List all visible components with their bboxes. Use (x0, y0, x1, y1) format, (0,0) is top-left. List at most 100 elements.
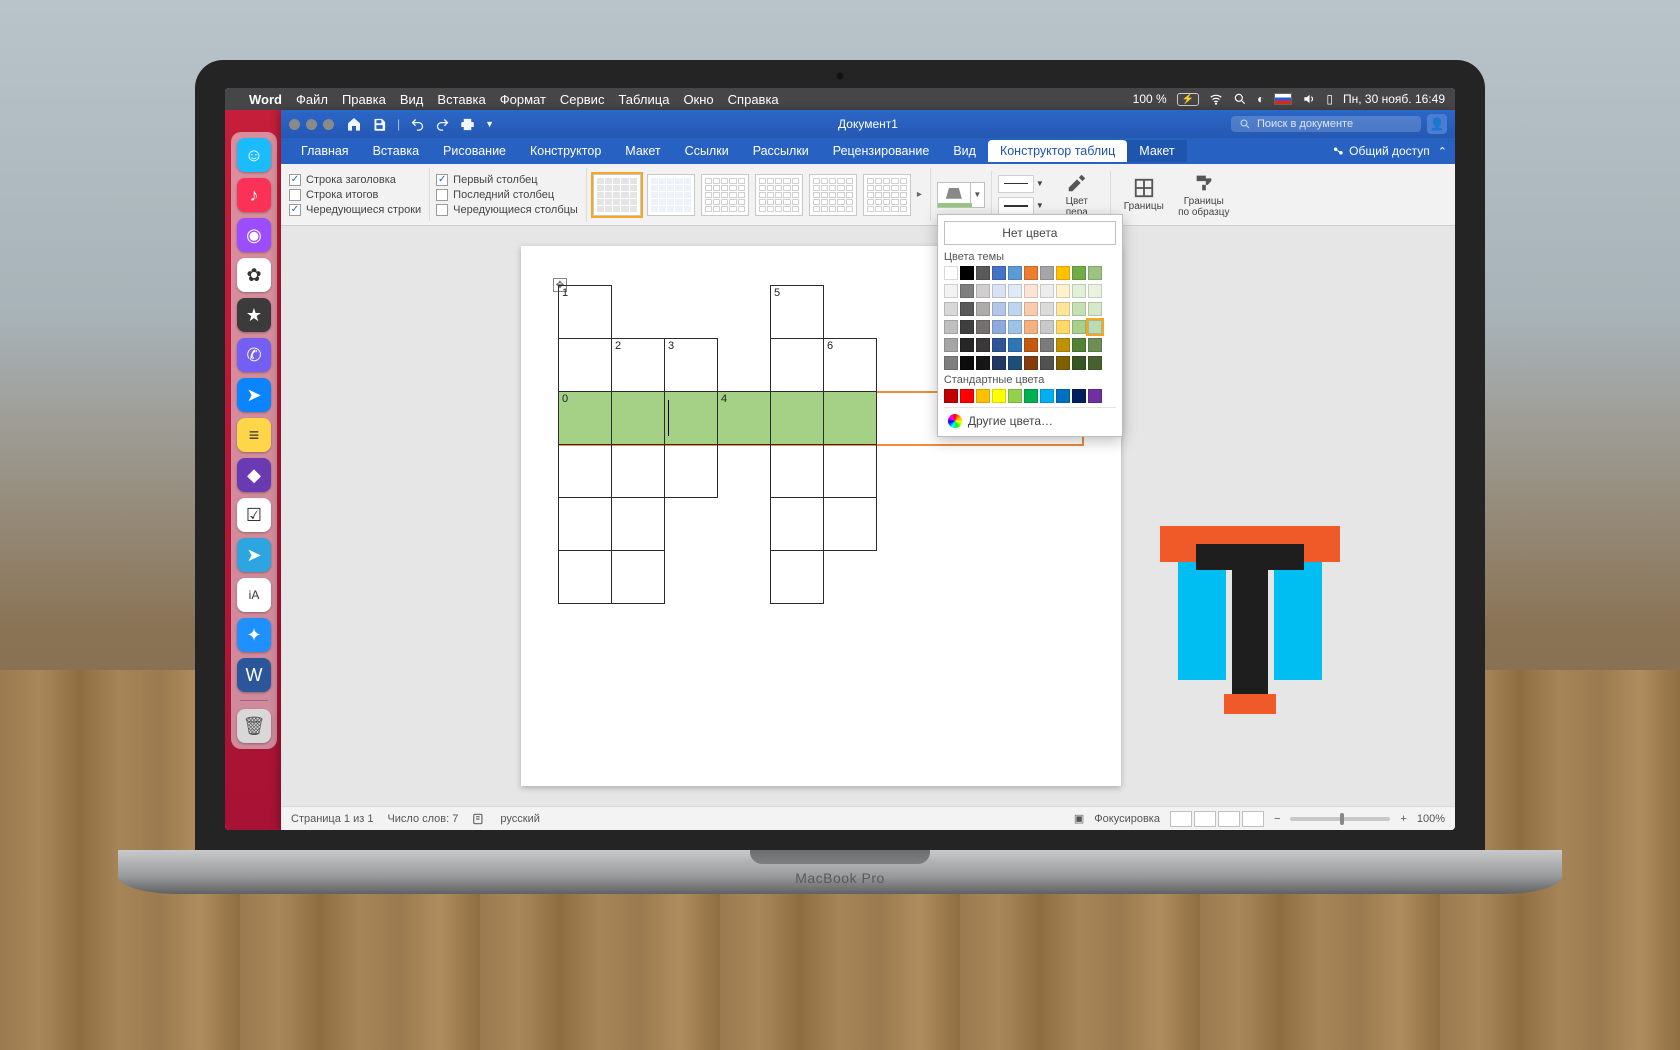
color-swatch[interactable] (960, 338, 974, 352)
color-swatch[interactable] (1024, 302, 1038, 316)
color-swatch[interactable] (1024, 320, 1038, 334)
crossword-cell[interactable]: 4 (717, 391, 771, 445)
color-swatch[interactable] (1040, 266, 1054, 280)
more-colors-option[interactable]: Другие цвета… (944, 407, 1116, 430)
tab-view[interactable]: Вид (941, 140, 988, 162)
color-swatch[interactable] (1056, 284, 1070, 298)
color-swatch[interactable] (976, 302, 990, 316)
color-swatch[interactable] (1088, 266, 1102, 280)
tab-draw[interactable]: Рисование (431, 140, 518, 162)
menu-format[interactable]: Формат (500, 92, 546, 107)
crossword-cell[interactable] (611, 391, 665, 445)
color-swatch[interactable] (1024, 356, 1038, 370)
dock-photos[interactable]: ✿ (237, 258, 271, 292)
crossword-cell[interactable] (664, 391, 718, 445)
close-window-button[interactable] (289, 119, 300, 130)
crossword-cell[interactable]: 0 (558, 391, 612, 445)
color-swatch[interactable] (1072, 389, 1086, 403)
view-print-icon[interactable] (1170, 811, 1192, 827)
color-swatch[interactable] (960, 284, 974, 298)
undo-icon[interactable] (410, 117, 425, 132)
wifi-icon[interactable] (1209, 92, 1223, 106)
menubar-app-name[interactable]: Word (249, 92, 282, 107)
color-swatch[interactable] (992, 338, 1006, 352)
border-painter-button[interactable]: Границы по образцу (1177, 168, 1231, 222)
dock-affinity[interactable]: ◆ (237, 458, 271, 492)
color-swatch[interactable] (944, 266, 958, 280)
color-swatch[interactable] (1056, 302, 1070, 316)
crossword-cell[interactable]: 3 (664, 338, 718, 392)
border-style-picker[interactable] (998, 175, 1034, 193)
focus-mode-icon[interactable]: ▣ (1074, 812, 1084, 825)
crossword-cell[interactable] (611, 550, 665, 604)
color-swatch[interactable] (1008, 356, 1022, 370)
menu-view[interactable]: Вид (400, 92, 424, 107)
color-swatch[interactable] (976, 284, 990, 298)
color-swatch[interactable] (1088, 284, 1102, 298)
crossword-cell[interactable] (558, 444, 612, 498)
color-swatch[interactable] (1040, 356, 1054, 370)
color-swatch[interactable] (1024, 338, 1038, 352)
focus-mode-label[interactable]: Фокусировка (1094, 813, 1160, 825)
color-swatch[interactable] (992, 320, 1006, 334)
color-swatch[interactable] (960, 356, 974, 370)
crossword-cell[interactable] (770, 391, 824, 445)
crossword-cell[interactable]: 1 (558, 285, 612, 339)
tab-mailings[interactable]: Рассылки (741, 140, 821, 162)
menu-insert[interactable]: Вставка (437, 92, 485, 107)
color-swatch[interactable] (960, 302, 974, 316)
print-icon[interactable] (460, 117, 475, 132)
qat-dropdown-icon[interactable]: ▼ (485, 119, 494, 129)
color-swatch[interactable] (992, 389, 1006, 403)
tab-references[interactable]: Ссылки (673, 140, 741, 162)
tab-layout[interactable]: Макет (613, 140, 672, 162)
language-indicator[interactable]: русский (500, 813, 539, 825)
word-count[interactable]: Число слов: 7 (387, 813, 458, 825)
color-swatch[interactable] (1088, 356, 1102, 370)
crossword-cell[interactable] (558, 497, 612, 551)
dock-maps[interactable]: ➤ (237, 378, 271, 412)
color-swatch[interactable] (1056, 389, 1070, 403)
menu-table[interactable]: Таблица (618, 92, 669, 107)
opt-banded-rows[interactable]: ✓Чередующиеся строки (289, 204, 421, 216)
color-swatch[interactable] (1040, 302, 1054, 316)
menu-edit[interactable]: Правка (342, 92, 386, 107)
color-swatch[interactable] (1072, 302, 1086, 316)
opt-total-row[interactable]: Строка итогов (289, 189, 421, 201)
color-swatch[interactable] (1024, 389, 1038, 403)
crossword-cell[interactable] (611, 497, 665, 551)
color-swatch[interactable] (1040, 389, 1054, 403)
crossword-cell[interactable] (558, 338, 612, 392)
dock-viber[interactable]: ✆ (237, 338, 271, 372)
color-swatch[interactable] (1040, 320, 1054, 334)
color-swatch[interactable] (944, 284, 958, 298)
dock-favorites[interactable]: ★ (237, 298, 271, 332)
crossword-cell[interactable] (770, 338, 824, 392)
color-swatch[interactable] (1008, 338, 1022, 352)
crossword-cell[interactable] (770, 444, 824, 498)
tab-review[interactable]: Рецензирование (821, 140, 942, 162)
dock-things[interactable]: ☑ (237, 498, 271, 532)
view-outline-icon[interactable] (1218, 811, 1240, 827)
color-swatch[interactable] (1008, 284, 1022, 298)
table-style-4[interactable] (755, 174, 803, 216)
color-swatch[interactable] (992, 266, 1006, 280)
color-swatch[interactable] (960, 266, 974, 280)
color-swatch[interactable] (1072, 284, 1086, 298)
menu-help[interactable]: Справка (728, 92, 779, 107)
color-swatch[interactable] (1040, 338, 1054, 352)
menubar-extra-icon[interactable]: ▯ (1326, 92, 1333, 106)
tab-table-design[interactable]: Конструктор таблиц (988, 140, 1127, 162)
color-swatch[interactable] (1056, 356, 1070, 370)
color-swatch[interactable] (976, 320, 990, 334)
color-swatch[interactable] (1072, 320, 1086, 334)
document-canvas[interactable]: ✥ 1523604 (281, 226, 1455, 806)
color-swatch[interactable] (1072, 338, 1086, 352)
color-swatch[interactable] (944, 320, 958, 334)
tab-table-layout[interactable]: Макет (1127, 140, 1186, 162)
color-swatch[interactable] (992, 302, 1006, 316)
opt-banded-cols[interactable]: Чередующиеся столбцы (436, 204, 578, 216)
color-swatch[interactable] (1008, 320, 1022, 334)
crossword-cell[interactable]: 2 (611, 338, 665, 392)
crossword-cell[interactable] (770, 550, 824, 604)
